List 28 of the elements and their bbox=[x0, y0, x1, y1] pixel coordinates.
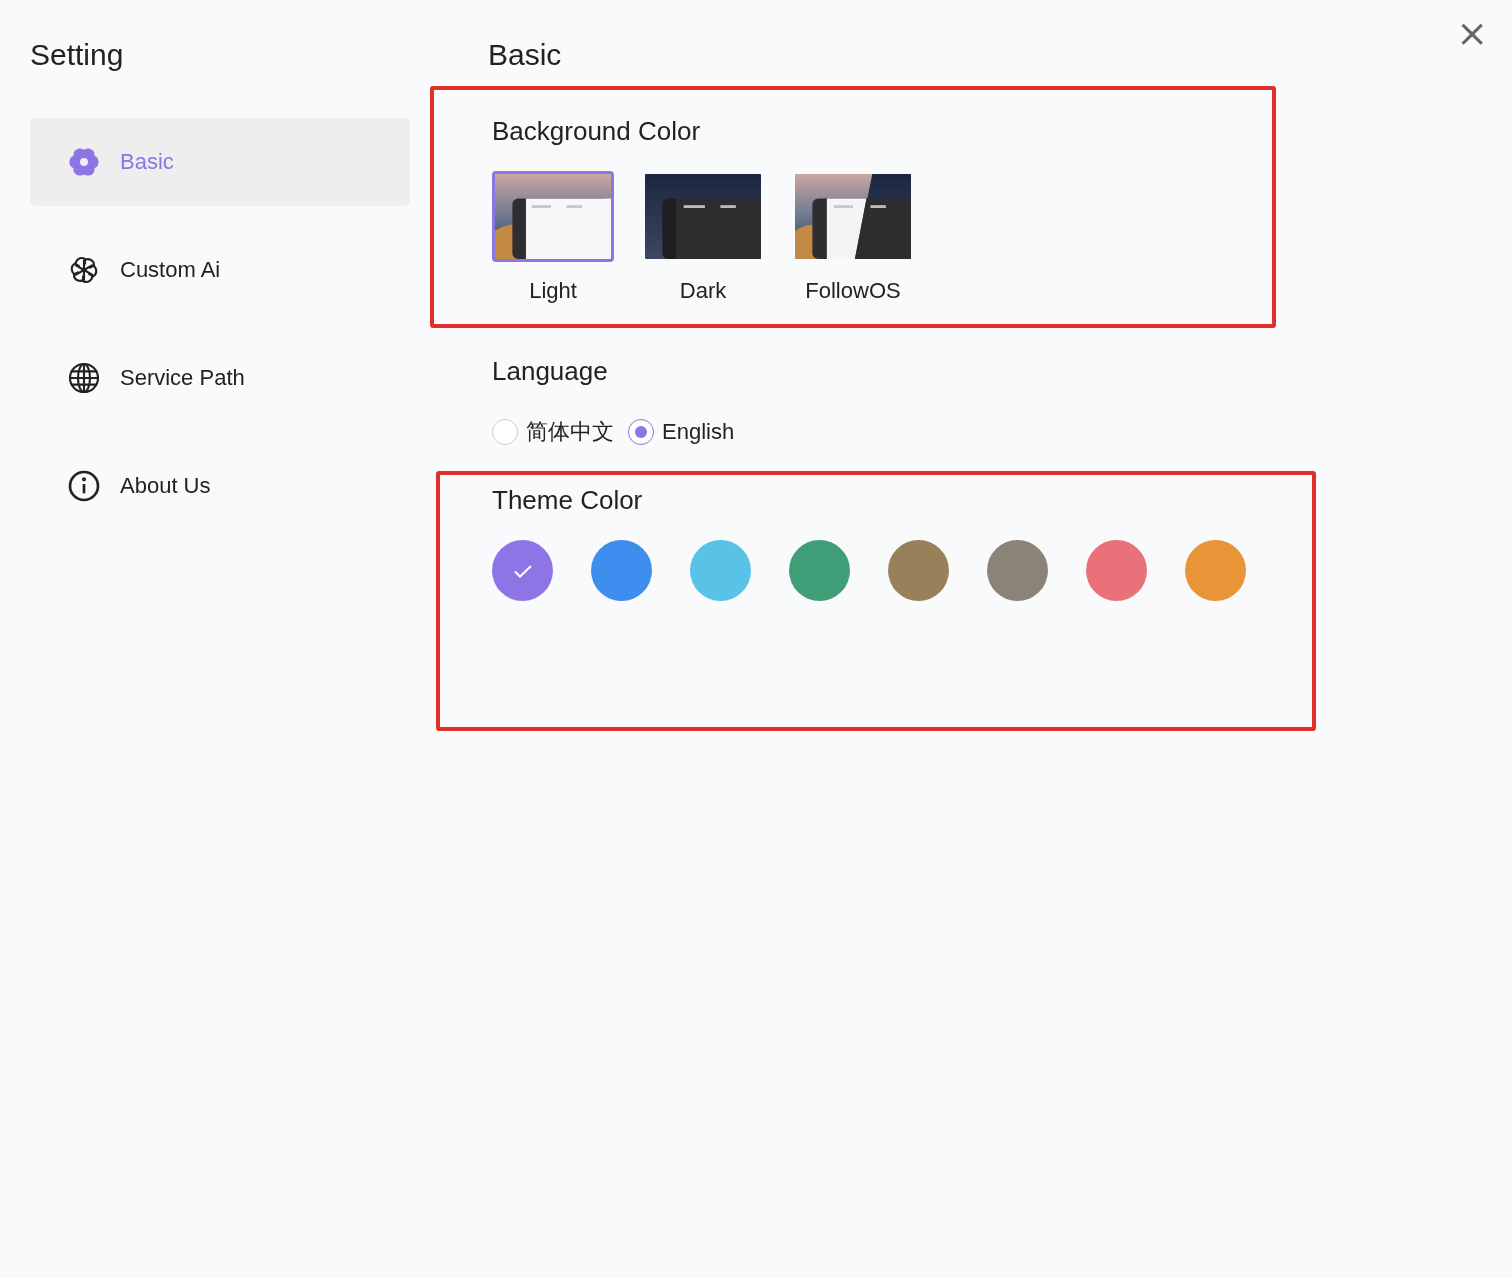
color-swatch[interactable] bbox=[690, 540, 751, 601]
info-icon bbox=[68, 470, 100, 502]
sidebar-item[interactable]: About Us bbox=[30, 442, 410, 530]
page-title: Basic bbox=[488, 38, 562, 72]
color-swatch[interactable] bbox=[987, 540, 1048, 601]
sidebar-title: Setting bbox=[30, 38, 124, 73]
close-button[interactable]: × bbox=[1452, 12, 1492, 54]
section-title: Language bbox=[492, 356, 608, 387]
theme-option[interactable]: Dark bbox=[642, 171, 764, 304]
theme-option[interactable]: Light bbox=[492, 171, 614, 304]
sidebar-item[interactable]: Service Path bbox=[30, 334, 410, 422]
color-swatch[interactable] bbox=[1086, 540, 1147, 601]
theme-option[interactable]: FollowOS bbox=[792, 171, 914, 304]
color-swatch[interactable] bbox=[591, 540, 652, 601]
sidebar-item[interactable]: Custom Ai bbox=[30, 226, 410, 314]
color-swatch[interactable] bbox=[1185, 540, 1246, 601]
globe-icon bbox=[68, 362, 100, 394]
color-swatch[interactable] bbox=[888, 540, 949, 601]
flower-icon bbox=[68, 146, 100, 178]
knot-icon bbox=[68, 254, 100, 286]
radio-label[interactable]: 简体中文 bbox=[526, 417, 614, 447]
section-title: Background Color bbox=[492, 116, 701, 147]
radio-button[interactable] bbox=[628, 419, 654, 445]
color-swatch[interactable] bbox=[789, 540, 850, 601]
section-title: Theme Color bbox=[492, 485, 643, 516]
color-swatch[interactable] bbox=[492, 540, 553, 601]
radio-button[interactable] bbox=[492, 419, 518, 445]
radio-label[interactable]: English bbox=[662, 419, 735, 445]
